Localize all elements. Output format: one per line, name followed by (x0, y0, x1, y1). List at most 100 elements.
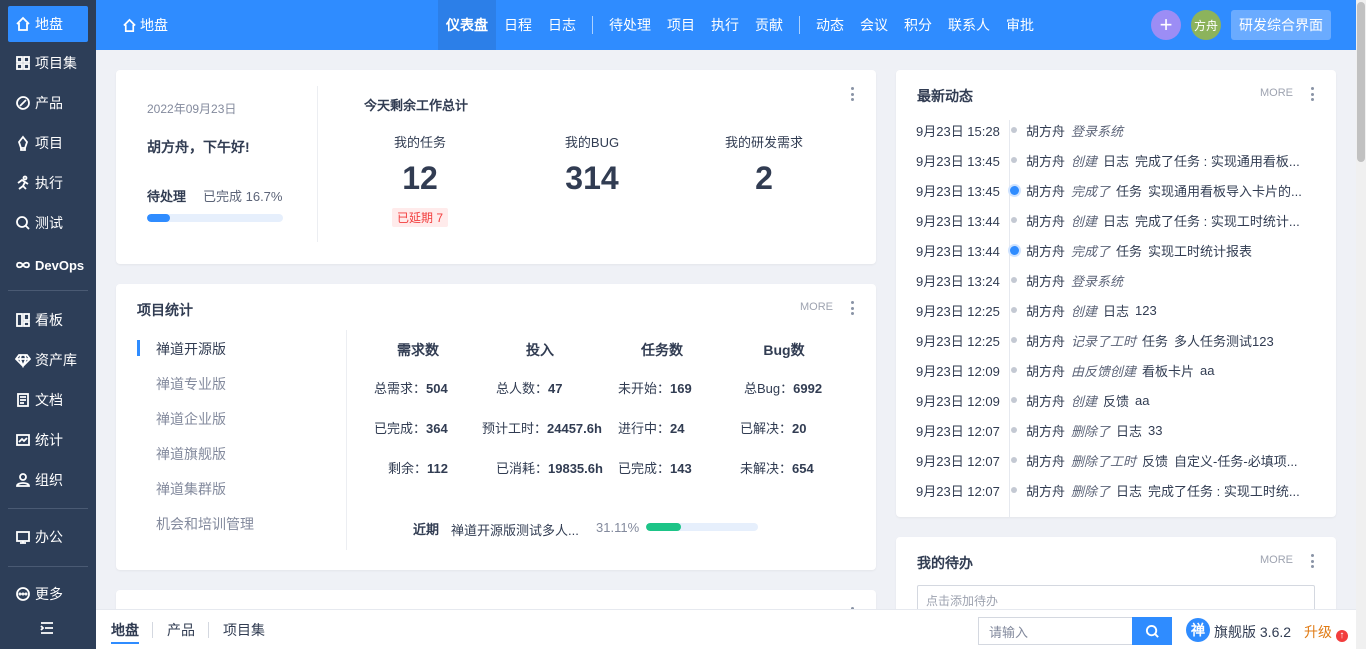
feed-item[interactable]: 9月23日 12:07 胡方舟 删除了 日志 33 (916, 420, 1306, 440)
feed-object-link[interactable]: 完成了任务 : 实现工时统... (1148, 481, 1300, 500)
feed-user: 胡方舟 (1026, 363, 1066, 379)
sidebar-item-assets[interactable]: 资产库 (8, 342, 88, 378)
project-icon (14, 134, 32, 152)
project-item[interactable]: 禅道开源版 (156, 339, 226, 359)
feed-user: 胡方舟 (1026, 273, 1066, 289)
oa-icon (14, 528, 32, 546)
stat-label-stories: 我的研发需求 (724, 135, 803, 150)
overdue-badge[interactable]: 已延期 7 (392, 208, 449, 227)
feed-action: 完成了 (1071, 183, 1111, 199)
create-button[interactable]: + (1151, 10, 1181, 40)
project-item[interactable]: 机会和培训管理 (156, 514, 254, 534)
feed-object-link[interactable]: 多人任务测试123 (1174, 331, 1274, 350)
tab-dynamic[interactable]: 动态 (808, 0, 852, 50)
sidebar-item-kanban[interactable]: 看板 (8, 302, 88, 338)
pending-label[interactable]: 待处理 (147, 186, 186, 205)
feed-time: 9月23日 13:44 (916, 213, 1000, 229)
welcome-card: 2022年09月23日 胡方舟，下午好! 待处理 已完成 16.7% 今天剩余工… (116, 70, 876, 264)
todo-more-link[interactable]: MORE (1260, 554, 1293, 566)
project-item[interactable]: 禅道旗舰版 (156, 444, 226, 464)
rd-interface-button[interactable]: 研发综合界面 (1231, 10, 1331, 40)
project-stats-more-link[interactable]: MORE (800, 301, 833, 313)
tab-contribution[interactable]: 贡献 (747, 0, 791, 50)
tab-log[interactable]: 日志 (540, 0, 584, 50)
sidebar-item-docs[interactable]: 文档 (8, 382, 88, 418)
feed-item[interactable]: 9月23日 12:25 胡方舟 创建 日志 123 (916, 300, 1306, 320)
sidebar-item-more[interactable]: 更多 (8, 576, 88, 612)
card-menu-icon[interactable] (1307, 86, 1317, 102)
feed-item[interactable]: 9月23日 13:45 胡方舟 完成了 任务 实现通用看板导入卡片的... (916, 180, 1306, 200)
tab-approval[interactable]: 审批 (998, 0, 1042, 50)
scrollbar-thumb[interactable] (1357, 2, 1365, 162)
feed-time: 9月23日 12:09 (916, 393, 1000, 409)
stat-value-bugs[interactable]: 314 (512, 160, 672, 197)
tab-calendar[interactable]: 日程 (496, 0, 540, 50)
breadcrumb-label: 地盘 (140, 17, 168, 33)
page-scrollbar[interactable] (1356, 0, 1366, 649)
feed-object-link[interactable]: 完成了任务 : 实现工时统计... (1135, 211, 1300, 230)
sidebar-item-org[interactable]: 组织 (8, 462, 88, 498)
feed-item[interactable]: 9月23日 12:07 胡方舟 删除了 日志 完成了任务 : 实现工时统... (916, 480, 1306, 500)
sidebar-item-project[interactable]: 项目 (8, 125, 88, 161)
feed-object-link[interactable]: aa (1135, 393, 1149, 408)
stat-value-tasks[interactable]: 12 (340, 160, 500, 197)
menu-collapse-button[interactable] (8, 610, 88, 646)
feed-item[interactable]: 9月23日 13:44 胡方舟 完成了 任务 实现工时统计报表 (916, 240, 1306, 260)
tab-project[interactable]: 项目 (659, 0, 703, 50)
feed-time: 9月23日 13:44 (916, 243, 1000, 259)
feed-item[interactable]: 9月23日 12:07 胡方舟 删除了工时 反馈 自定义-任务-必填项... (916, 450, 1306, 470)
search-button[interactable] (1132, 617, 1172, 645)
feed-user: 胡方舟 (1026, 213, 1066, 229)
feed-item[interactable]: 9月23日 13:45 胡方舟 创建 日志 完成了任务 : 实现通用看板... (916, 150, 1306, 170)
sidebar-item-dashboard[interactable]: 地盘 (8, 6, 88, 42)
sidebar-item-devops[interactable]: DevOps (8, 247, 88, 283)
feed-time: 9月23日 13:45 (916, 153, 1000, 169)
project-item[interactable]: 禅道集群版 (156, 479, 226, 499)
recent-execution-name[interactable]: 禅道开源版测试多人... (451, 520, 579, 539)
feed-object-link[interactable]: aa (1200, 363, 1214, 378)
feed-item[interactable]: 9月23日 12:09 胡方舟 由反馈创建 看板卡片 aa (916, 360, 1306, 380)
header-investment: 投入 (526, 342, 554, 358)
feed-item[interactable]: 9月23日 12:09 胡方舟 创建 反馈 aa (916, 390, 1306, 410)
sidebar-item-oa[interactable]: 办公 (8, 519, 88, 555)
feed-action: 登录系统 (1071, 123, 1124, 139)
search-input[interactable]: 请输入 (978, 617, 1132, 645)
sidebar-item-stats[interactable]: 统计 (8, 422, 88, 458)
project-item[interactable]: 禅道企业版 (156, 409, 226, 429)
feed-object-link[interactable]: 33 (1148, 423, 1162, 438)
project-item[interactable]: 禅道专业版 (156, 374, 226, 394)
tab-dashboard[interactable]: 仪表盘 (438, 0, 496, 50)
feed-object-link[interactable]: 实现工时统计报表 (1148, 241, 1252, 260)
card-menu-icon[interactable] (1307, 553, 1317, 569)
bottom-tab-program[interactable]: 项目集 (223, 610, 265, 649)
tab-contacts[interactable]: 联系人 (940, 0, 998, 50)
bottom-tab-dashboard[interactable]: 地盘 (111, 610, 139, 649)
upgrade-link[interactable]: 升级 ↑ (1304, 622, 1348, 642)
feed-object-link[interactable]: 实现通用看板导入卡片的... (1148, 181, 1302, 200)
feed-item[interactable]: 9月23日 13:24 胡方舟 登录系统 (916, 270, 1306, 290)
feed-object-type: 日志 (1103, 153, 1130, 169)
feed-object-link[interactable]: 自定义-任务-必填项... (1174, 451, 1298, 470)
sidebar-item-test[interactable]: 测试 (8, 205, 88, 241)
tab-todo[interactable]: 待处理 (601, 0, 659, 50)
timeline-dot (1008, 245, 1020, 255)
sidebar-item-product[interactable]: 产品 (8, 85, 88, 121)
tab-execution[interactable]: 执行 (703, 0, 747, 50)
feed-item[interactable]: 9月23日 13:44 胡方舟 创建 日志 完成了任务 : 实现工时统计... (916, 210, 1306, 230)
sidebar-item-program[interactable]: 项目集 (8, 45, 88, 81)
card-menu-icon[interactable] (847, 86, 857, 102)
bottom-tab-product[interactable]: 产品 (167, 610, 195, 649)
tab-points[interactable]: 积分 (896, 0, 940, 50)
avatar[interactable]: 方舟 (1191, 10, 1221, 40)
sidebar-item-execution[interactable]: 执行 (8, 165, 88, 201)
stat-value-stories[interactable]: 2 (684, 160, 844, 197)
feed-object-link[interactable]: 完成了任务 : 实现通用看板... (1135, 151, 1300, 170)
tab-meeting[interactable]: 会议 (852, 0, 896, 50)
feed-item[interactable]: 9月23日 12:25 胡方舟 记录了工时 任务 多人任务测试123 (916, 330, 1306, 350)
feed-object-link[interactable]: 123 (1135, 303, 1157, 318)
stat-tasks-wait: 未开始：169 (618, 381, 692, 396)
feed-item[interactable]: 9月23日 15:28 胡方舟 登录系统 (916, 120, 1306, 140)
feed-more-link[interactable]: MORE (1260, 87, 1293, 99)
card-menu-icon[interactable] (847, 300, 857, 316)
breadcrumb[interactable]: 地盘 (122, 0, 168, 50)
